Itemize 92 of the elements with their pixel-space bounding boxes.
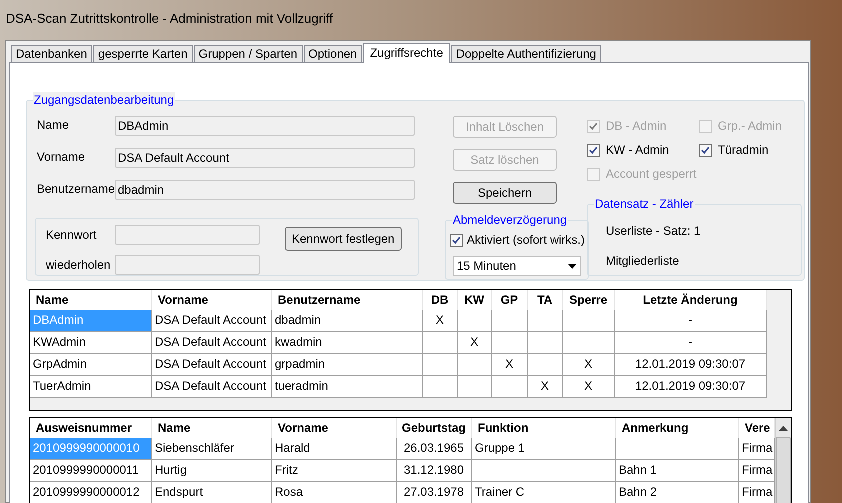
- table-cell: X: [528, 376, 563, 398]
- counter-text: Userliste - Satz: 1: [606, 223, 702, 240]
- text-field[interactable]: DSA Default Account: [115, 148, 415, 168]
- checkbox-label: Türadmin: [718, 142, 769, 159]
- dropdown[interactable]: 15 Minuten: [453, 256, 581, 276]
- password-field[interactable]: [115, 255, 260, 275]
- table-cell: [423, 354, 458, 376]
- table-cell: 26.03.1965: [397, 438, 472, 460]
- checkbox-label: Aktiviert (sofort wirks.): [467, 232, 586, 249]
- group-title: Abmeldeverzögerung: [452, 212, 568, 228]
- field-label: Vorname: [37, 149, 86, 166]
- table-cell: KWAdmin: [30, 332, 152, 354]
- table-cell: -: [615, 332, 767, 354]
- tab[interactable]: gesperrte Karten: [93, 45, 193, 62]
- table-cell: Firma: [739, 482, 775, 503]
- table-cell: X: [492, 354, 528, 376]
- table-cell: [458, 354, 492, 376]
- table-cell: Rosa: [272, 482, 397, 503]
- counter-text: Mitgliederliste: [606, 253, 680, 270]
- field-label: Benutzername: [37, 181, 115, 198]
- set-password-button[interactable]: Kennwort festlegen: [285, 227, 402, 251]
- table-cell: X: [563, 354, 615, 376]
- table-cell: Firma: [739, 438, 775, 460]
- table-cell: [492, 332, 528, 354]
- table-cell: Bahn 2: [616, 482, 739, 503]
- tab[interactable]: Zugriffsrechte: [363, 43, 450, 63]
- table-cell: 2010999990000012: [30, 482, 152, 503]
- checkmark-icon: [589, 146, 598, 154]
- table-cell: X: [563, 376, 615, 398]
- table-cell: 12.01.2019 09:30:07: [615, 376, 767, 398]
- tab[interactable]: Optionen: [304, 45, 362, 62]
- table-cell: [458, 376, 492, 398]
- field-label: Name: [37, 117, 70, 134]
- table-cell: [423, 376, 458, 398]
- table-cell: [423, 332, 458, 354]
- table-cell: X: [458, 332, 492, 354]
- table-cell: X: [423, 310, 458, 332]
- checkbox[interactable]: [450, 234, 463, 246]
- table-cell: [528, 354, 563, 376]
- tab[interactable]: Doppelte Authentifizierung: [451, 45, 602, 62]
- password-field[interactable]: [115, 225, 260, 245]
- table-cell: -: [615, 310, 767, 332]
- text-field[interactable]: dbadmin: [115, 180, 415, 200]
- up-arrow-icon[interactable]: [779, 425, 788, 431]
- checkbox-label: Grp.- Admin: [718, 118, 782, 135]
- scrollbar[interactable]: [775, 418, 791, 503]
- table-cell: Siebenschläfer: [152, 438, 272, 460]
- table-cell: DSA Default Account: [152, 310, 272, 332]
- checkmark-icon: [701, 146, 710, 154]
- table-cell: 2010999990000011: [30, 460, 152, 482]
- field-label: Kennwort: [46, 227, 98, 244]
- field-label: wiederholen: [46, 257, 112, 274]
- table-cell: Endspurt: [152, 482, 272, 503]
- dropdown-arrow-icon: [568, 264, 577, 268]
- table-cell: DSA Default Account: [152, 376, 272, 398]
- table-cell: 12.01.2019 09:30:07: [615, 354, 767, 376]
- table-cell: 31.12.1980: [397, 460, 472, 482]
- table-cell: Bahn 1: [616, 460, 739, 482]
- table-cell: Trainer C: [472, 482, 616, 503]
- table-cell: Gruppe 1: [472, 438, 616, 460]
- tab[interactable]: Gruppen / Sparten: [194, 45, 303, 62]
- window-title: DSA-Scan Zutrittskontrolle - Administration mit Vollzugriff: [6, 11, 334, 26]
- checkbox-label: DB - Admin: [606, 118, 667, 135]
- checkmark-icon: [589, 122, 598, 130]
- table-cell: Harald: [272, 438, 397, 460]
- tab[interactable]: Datenbanken: [11, 45, 92, 62]
- group-title: Zugangsdatenbearbeitung: [33, 92, 176, 108]
- table-cell: dbadmin: [272, 310, 423, 332]
- checkbox[interactable]: [699, 144, 712, 156]
- checkbox[interactable]: [587, 144, 600, 156]
- scrollbar-thumb[interactable]: [776, 437, 791, 503]
- table-cell: Firma: [739, 460, 775, 482]
- table-cell: [563, 332, 615, 354]
- table-cell: TuerAdmin: [30, 376, 152, 398]
- table-cell: grpadmin: [272, 354, 423, 376]
- table-cell: 2010999990000010: [30, 438, 152, 460]
- table-cell: kwadmin: [272, 332, 423, 354]
- action-button[interactable]: Speichern: [453, 182, 557, 204]
- table-cell: [492, 376, 528, 398]
- table-cell: Hurtig: [152, 460, 272, 482]
- checkbox-label: KW - Admin: [606, 142, 670, 159]
- checkmark-icon: [452, 236, 461, 244]
- table-cell: DSA Default Account: [152, 332, 272, 354]
- text-field[interactable]: DBAdmin: [115, 116, 415, 136]
- table-cell: 27.03.1978: [397, 482, 472, 503]
- table-cell: DSA Default Account: [152, 354, 272, 376]
- table-cell: GrpAdmin: [30, 354, 152, 376]
- table-cell: tueradmin: [272, 376, 423, 398]
- table-cell: DBAdmin: [30, 310, 152, 332]
- checkbox-label: Account gesperrt: [606, 166, 697, 183]
- table-cell: Fritz: [272, 460, 397, 482]
- table-cell: [528, 332, 563, 354]
